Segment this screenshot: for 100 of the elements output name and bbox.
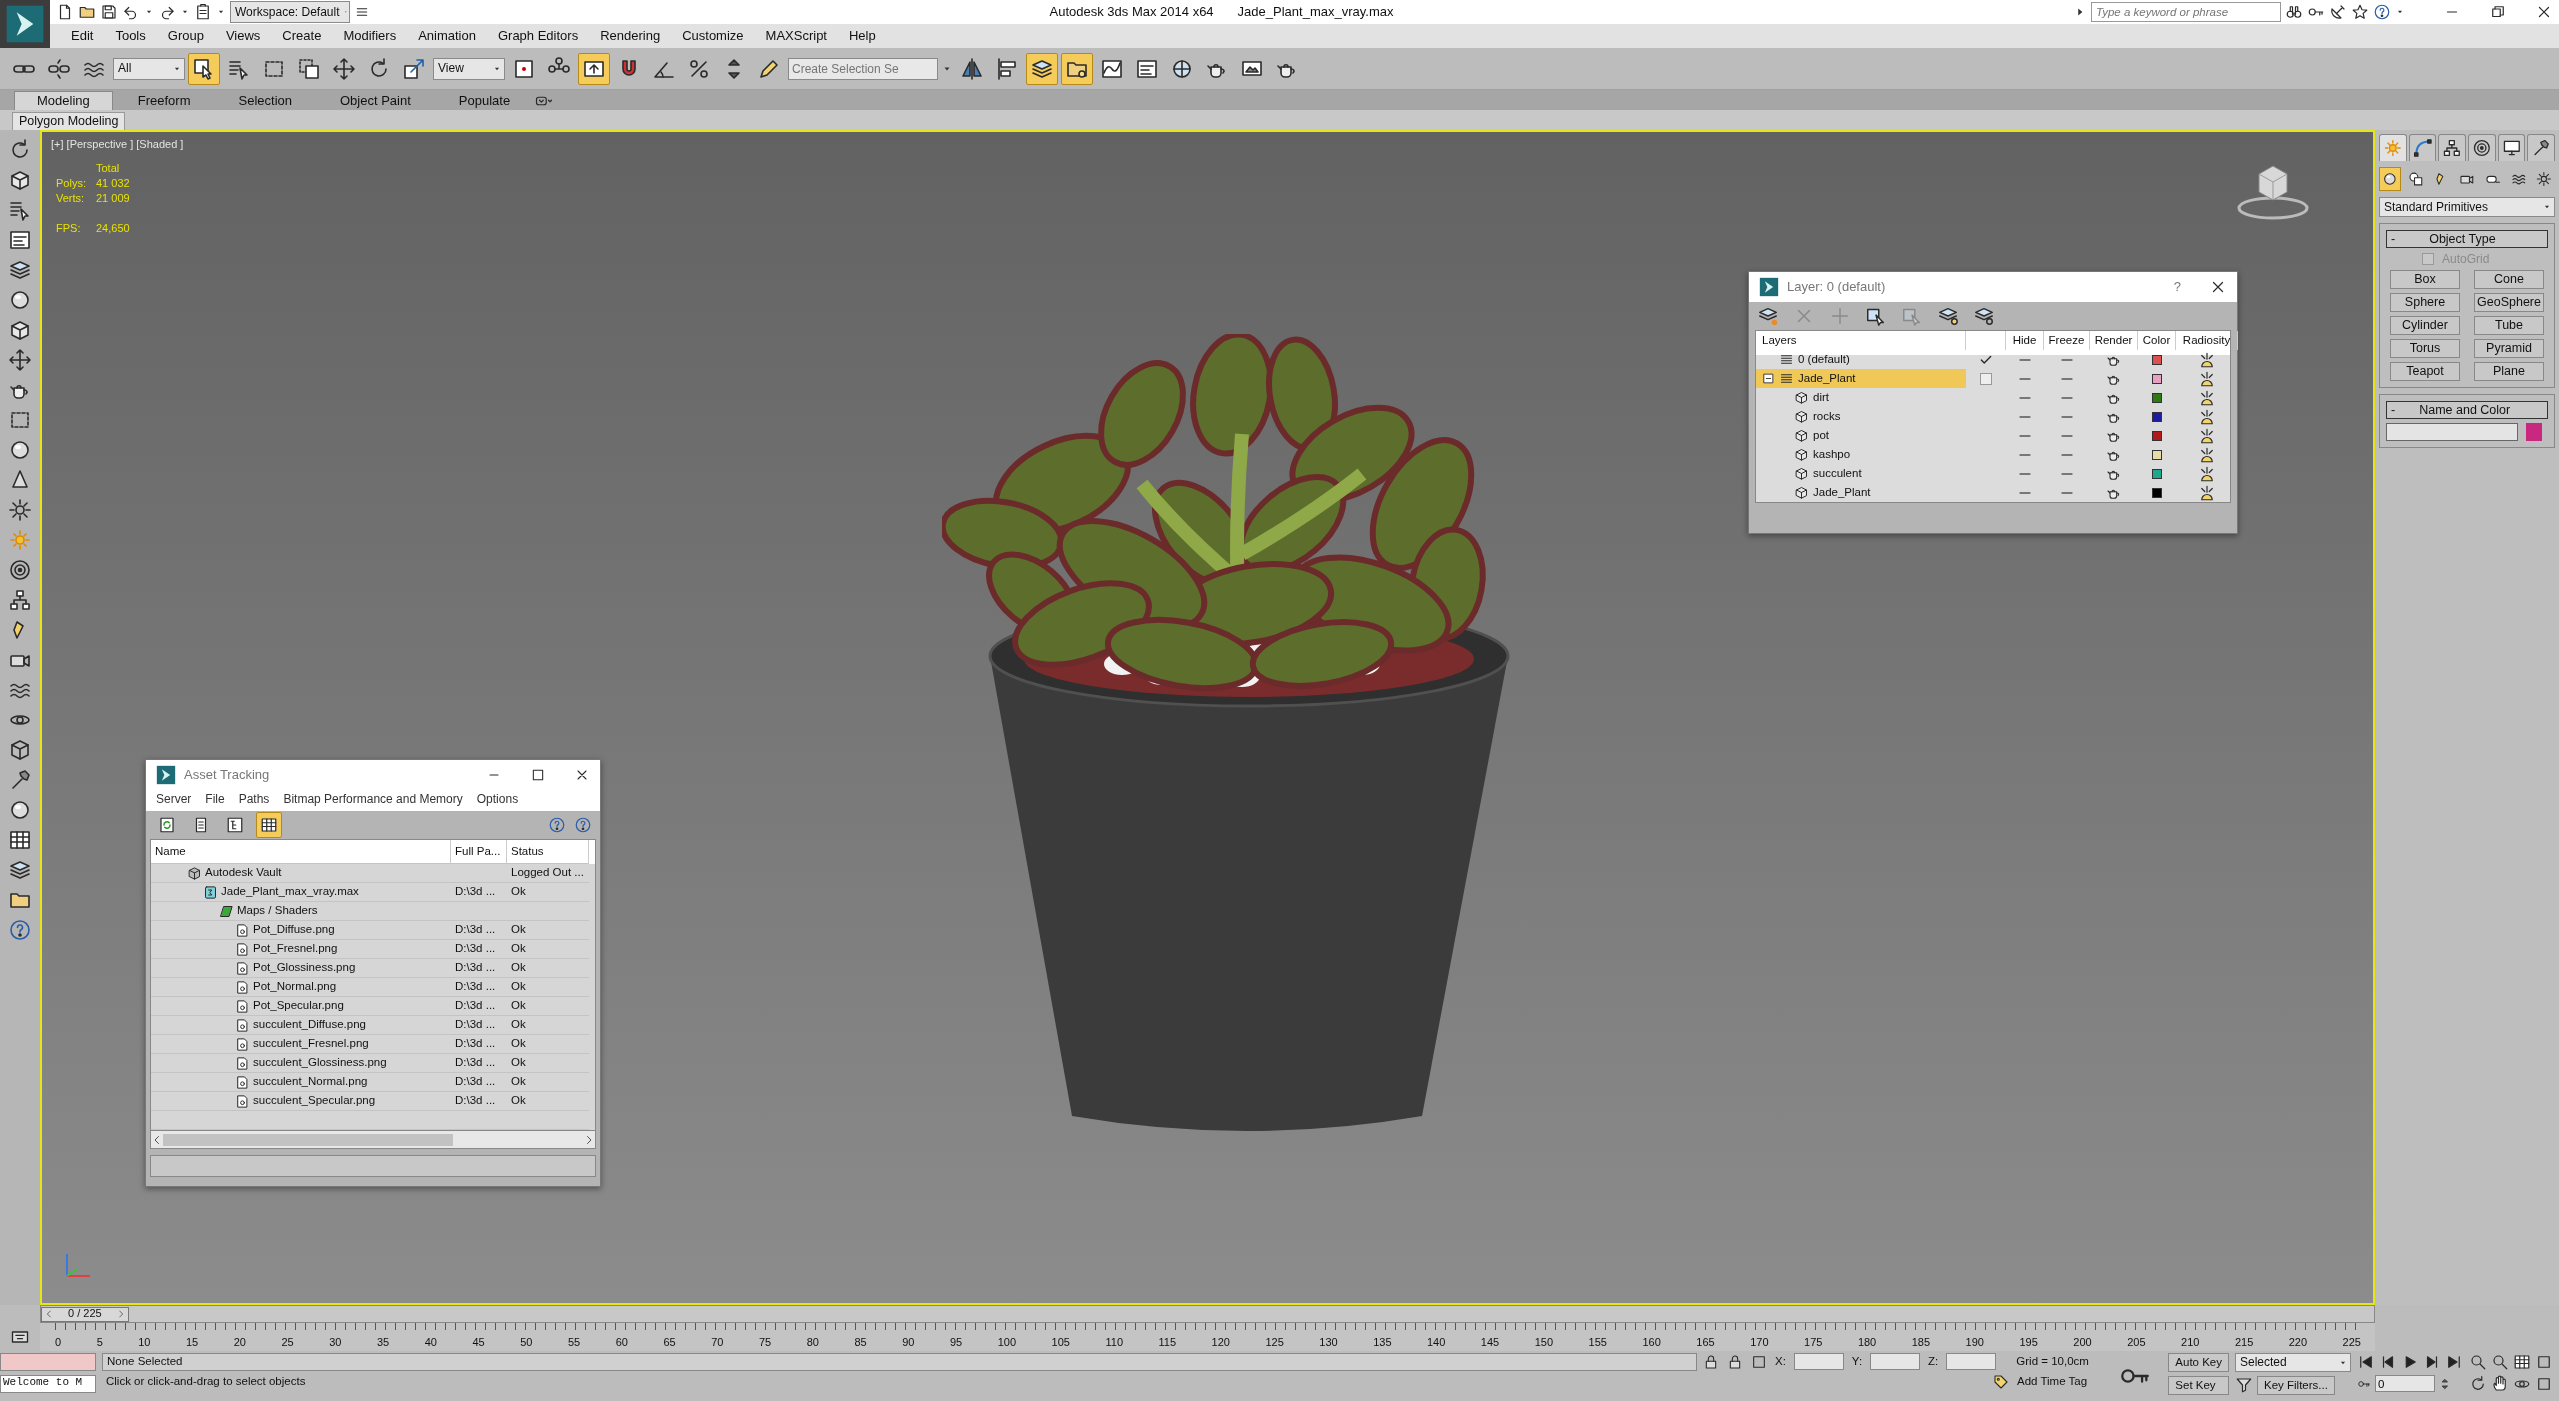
cursor-icon[interactable]	[188, 52, 220, 85]
color-swatch[interactable]	[2152, 411, 2162, 422]
coordinate-field[interactable]	[1946, 1353, 1997, 1370]
clipboard-icon[interactable]	[194, 3, 212, 21]
help-button[interactable]: ?	[2173, 279, 2181, 295]
sun-rays-icon[interactable]	[2198, 426, 2216, 445]
asset-name[interactable]: Autodesk Vault	[205, 866, 282, 881]
new-layer-icon[interactable]	[1757, 305, 1779, 327]
asset-name[interactable]: succulent_Diffuse.png	[253, 1018, 366, 1033]
cube-icon[interactable]	[8, 168, 32, 192]
sheet-icon[interactable]	[8, 228, 32, 252]
skip-end-icon[interactable]	[2445, 1353, 2463, 1371]
asset-name[interactable]: Maps / Shaders	[237, 904, 318, 919]
menu-item[interactable]: Rendering	[589, 28, 672, 44]
menu-item[interactable]: Views	[214, 28, 272, 44]
scrollbar-thumb[interactable]	[163, 1133, 453, 1146]
menu-item[interactable]: Group	[156, 28, 215, 44]
asset-name[interactable]: succulent_Glossiness.png	[253, 1056, 387, 1071]
menu-item[interactable]: Tools	[104, 28, 157, 44]
sun-rays-icon[interactable]	[2198, 350, 2216, 369]
color-swatch[interactable]	[2152, 449, 2162, 460]
gear-icon[interactable]	[8, 498, 32, 522]
sphere-icon[interactable]	[8, 438, 32, 462]
sun-rays-icon[interactable]	[2198, 464, 2216, 483]
rollout-header[interactable]: - Object Type	[2386, 230, 2548, 248]
filter-icon[interactable]	[2235, 1376, 2253, 1394]
binoculars-icon[interactable]	[2285, 3, 2303, 21]
object-name[interactable]: rocks	[1813, 409, 1841, 424]
collapse-toggle[interactable]: -	[2391, 402, 2396, 418]
primitive-button[interactable]: Box	[2390, 270, 2460, 290]
asset-name[interactable]: succulent_Fresnel.png	[253, 1037, 369, 1052]
category-dropdown[interactable]: Standard Primitives	[2379, 197, 2555, 217]
move-icon[interactable]	[8, 348, 32, 372]
rollout-header[interactable]: - Name and Color	[2386, 401, 2548, 420]
ribbon-tab[interactable]: Modeling	[14, 91, 113, 110]
menu-item[interactable]: Animation	[407, 28, 487, 44]
layer-gear-icon[interactable]	[1973, 305, 1995, 327]
primitive-button[interactable]: Pyramid	[2474, 339, 2544, 359]
sun-rays-icon[interactable]	[2198, 369, 2216, 388]
skip-start-icon[interactable]	[2357, 1353, 2375, 1371]
object-name[interactable]: succulent	[1813, 466, 1862, 481]
primitive-button[interactable]: Cone	[2474, 270, 2544, 290]
coordinate-field[interactable]	[1793, 1353, 1844, 1370]
hierarchy-icon[interactable]	[8, 588, 32, 612]
sun-rays-icon[interactable]	[2198, 445, 2216, 464]
selection-set-field[interactable]: Create Selection Se	[788, 57, 938, 80]
maximize-icon[interactable]	[530, 767, 546, 783]
color-swatch[interactable]	[2152, 487, 2162, 498]
menu-item[interactable]: Customize	[671, 28, 755, 44]
spinner-icon[interactable]	[2439, 1377, 2451, 1390]
help-icon[interactable]	[548, 816, 566, 835]
cube-icon[interactable]	[8, 318, 32, 342]
menu-item[interactable]: Edit	[60, 28, 105, 44]
asset-name[interactable]: succulent_Normal.png	[253, 1075, 368, 1090]
color-swatch[interactable]	[2152, 354, 2162, 365]
color-swatch[interactable]	[2152, 430, 2162, 441]
asset-name[interactable]: succulent_Specular.png	[253, 1094, 376, 1109]
square-icon[interactable]	[1751, 1353, 1767, 1370]
rotate-icon[interactable]	[2469, 1375, 2487, 1393]
sphere-icon[interactable]	[8, 798, 32, 822]
collapse-toggle[interactable]: -	[2391, 231, 2396, 247]
help-icon[interactable]	[8, 918, 32, 942]
spline-icon[interactable]	[2408, 134, 2437, 161]
monitor-icon[interactable]	[2497, 134, 2526, 161]
primitive-button[interactable]: Sphere	[2390, 293, 2460, 313]
target-icon[interactable]	[8, 558, 32, 582]
asset-name[interactable]: Pot_Fresnel.png	[253, 942, 338, 957]
color-swatch[interactable]	[2152, 373, 2162, 384]
color-swatch[interactable]	[2152, 468, 2162, 479]
layers-icon[interactable]	[1026, 52, 1058, 85]
dropdown[interactable]: View	[433, 57, 505, 80]
ribbon-tab[interactable]: Populate	[435, 91, 534, 110]
menu-item[interactable]: Options	[476, 792, 519, 807]
dropdown[interactable]: All	[113, 57, 185, 80]
menu-item[interactable]: File	[205, 792, 225, 807]
help-icon[interactable]	[574, 816, 592, 835]
object-name[interactable]: dirt	[1813, 390, 1829, 405]
maximize-icon[interactable]	[2535, 1375, 2553, 1393]
sun-rays-icon[interactable]	[2198, 388, 2216, 407]
primitive-button[interactable]: Torus	[2390, 339, 2460, 359]
layers-icon[interactable]	[8, 858, 32, 882]
hierarchy-icon[interactable]	[2438, 134, 2466, 161]
lock-icon[interactable]	[1727, 1353, 1743, 1370]
panel-tab[interactable]: Polygon Modeling	[12, 112, 126, 130]
lock-icon[interactable]	[1703, 1353, 1719, 1370]
set-key-button[interactable]: Set Key	[2168, 1376, 2229, 1395]
asset-name[interactable]: Pot_Specular.png	[253, 999, 344, 1014]
help-icon[interactable]	[2373, 3, 2391, 21]
object-name[interactable]: kashpo	[1813, 447, 1851, 462]
asset-name[interactable]: Pot_Normal.png	[253, 980, 337, 995]
asset-name[interactable]: Pot_Diffuse.png	[253, 923, 335, 938]
maximize-icon[interactable]	[2535, 1353, 2553, 1371]
coordinate-field[interactable]	[1870, 1353, 1921, 1370]
time-tag-link[interactable]: Add Time Tag	[2017, 1375, 2088, 1389]
ribbon-tab[interactable]: Selection	[215, 91, 315, 110]
menu-item[interactable]: Bitmap Performance and Memory	[283, 792, 463, 807]
magnifier-icon[interactable]	[2491, 1353, 2509, 1371]
search-field[interactable]: Type a keyword or phrase	[2091, 2, 2281, 22]
grid-icon[interactable]	[8, 828, 32, 852]
asset-name[interactable]: Pot_Glossiness.png	[253, 961, 356, 976]
